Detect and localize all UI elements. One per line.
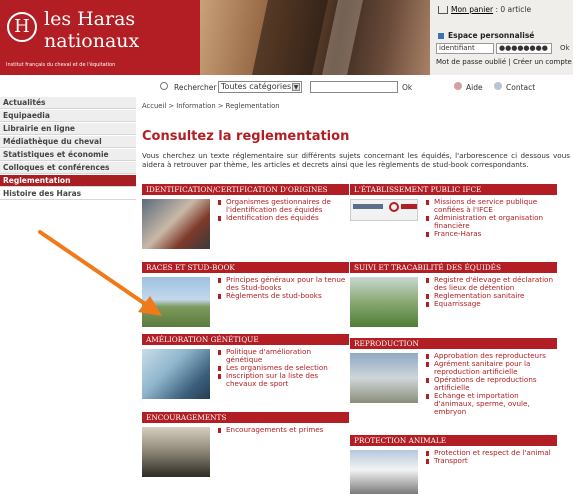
breadcrumb[interactable]: Accueil > Information > Reglementation: [142, 102, 280, 110]
section-links: Principes généraux pour la tenue des Stu…: [218, 276, 346, 300]
logo-text-line1: les Haras: [44, 8, 136, 30]
section-photo: [350, 277, 418, 327]
section-link[interactable]: Organismes gestionnaires de l'identifica…: [218, 198, 346, 214]
section-link[interactable]: Principes généraux pour la tenue des Stu…: [218, 276, 346, 292]
lock-icon: [438, 33, 444, 39]
password-field[interactable]: ●●●●●●●●: [496, 43, 552, 54]
sidebar-item-librairie[interactable]: Librairie en ligne: [0, 123, 136, 135]
identifiant-field[interactable]: identifiant: [436, 43, 494, 54]
section-reproduction: REPRODUCTION Approbation des reproducteu…: [350, 338, 557, 416]
section-title[interactable]: ENCOURAGEMENTS: [142, 412, 349, 423]
section-link[interactable]: Règlements de stud-books: [218, 292, 346, 300]
photo-shade: [252, 0, 328, 75]
section-link[interactable]: Transport: [426, 457, 554, 465]
section-photo: [142, 349, 210, 399]
search-label: Rechercher: [174, 83, 217, 92]
section-identification: IDENTIFICATION/CERTIFICATION D'ORIGINES …: [142, 184, 349, 249]
section-link[interactable]: Encouragements et primes: [218, 426, 346, 434]
cart-row: Mon panier : 0 article: [438, 5, 531, 14]
section-suivi: SUIVI ET TRACABILITÉ DES ÉQUIDÉS Registr…: [350, 262, 557, 327]
site-header: H les Haras nationaux Institut français …: [0, 0, 573, 75]
section-links: Approbation des reproducteurs Agrément s…: [426, 352, 554, 416]
section-amelioration: AMÉLIORATION GÉNÉTIQUE Politique d'améli…: [142, 334, 349, 399]
forgot-password-create-account-links[interactable]: Mot de passe oublié | Créer un compte: [436, 58, 572, 66]
logo-tagline: Institut français du cheval et de l'équi…: [6, 62, 116, 68]
logo-text-line2: nationaux: [44, 30, 140, 52]
section-photo: [350, 353, 418, 403]
section-link[interactable]: Agrément sanitaire pour la reproduction …: [426, 360, 554, 376]
section-protection: PROTECTION ANIMALE Protection et respect…: [350, 435, 557, 494]
section-title[interactable]: REPRODUCTION: [350, 338, 557, 349]
search-ok-button[interactable]: Ok: [402, 83, 412, 92]
section-link[interactable]: Equarrissage: [426, 300, 554, 308]
section-races: RACES ET STUD-BOOK Principes généraux po…: [142, 262, 349, 327]
section-title[interactable]: IDENTIFICATION/CERTIFICATION D'ORIGINES: [142, 184, 349, 195]
logo-h-icon: H: [7, 12, 37, 42]
section-title[interactable]: PROTECTION ANIMALE: [350, 435, 557, 446]
site-logo[interactable]: H les Haras nationaux Institut français …: [0, 0, 200, 75]
chevron-down-icon[interactable]: ▼: [292, 83, 300, 91]
intro-paragraph: Vous cherchez un texte réglementaire sur…: [142, 151, 570, 169]
cart-status: : 0 article: [493, 5, 532, 14]
section-links: Missions de service publique confiées à …: [426, 198, 554, 238]
arrow-shaft: [38, 230, 156, 312]
section-link[interactable]: Echange et importation d'animaux, sperme…: [426, 392, 554, 416]
login-ok-button[interactable]: Ok: [560, 44, 570, 52]
section-encouragements: ENCOURAGEMENTS Encouragements et primes: [142, 412, 349, 477]
section-link[interactable]: Administration et organisation financièr…: [426, 214, 554, 230]
aide-link[interactable]: Aide: [466, 83, 483, 92]
section-link[interactable]: Inscription sur la liste des chevaux de …: [218, 372, 346, 388]
section-photo: [142, 199, 210, 249]
section-title[interactable]: L'ÉTABLISSEMENT PUBLIC IFCE: [350, 184, 557, 195]
section-title[interactable]: RACES ET STUD-BOOK: [142, 262, 349, 273]
search-bar: Rechercher Toutes catégories ▼ Ok Aide C…: [160, 80, 573, 95]
header-horse-photo: [200, 0, 430, 75]
section-link[interactable]: Registre d'élevage et déclaration des li…: [426, 276, 554, 292]
espace-label: Espace personnalisé: [448, 31, 535, 40]
section-title[interactable]: AMÉLIORATION GÉNÉTIQUE: [142, 334, 349, 345]
search-icon: [160, 82, 168, 90]
section-photo: [142, 427, 210, 477]
section-link[interactable]: France-Haras: [426, 230, 554, 238]
section-links: Politique d'amélioration génétique Les o…: [218, 348, 346, 388]
section-photo: [350, 450, 418, 494]
page-title: Consultez la reglementation: [142, 129, 350, 144]
section-ifce: L'ÉTABLISSEMENT PUBLIC IFCE Missions de …: [350, 184, 557, 238]
sidebar-item-actualites[interactable]: Actualités: [0, 97, 136, 109]
account-box: Mon panier : 0 article Espace personnali…: [430, 0, 573, 75]
sidebar-nav: Actualités Equipaedia Librairie en ligne…: [0, 97, 136, 201]
ifce-logo-text: [353, 204, 383, 209]
contact-icon[interactable]: [494, 82, 502, 90]
category-select-value: Toutes catégories: [221, 82, 292, 91]
section-link[interactable]: Politique d'amélioration génétique: [218, 348, 346, 364]
section-photo: [142, 277, 210, 327]
search-input[interactable]: [310, 81, 398, 93]
sidebar-item-statistiques[interactable]: Statistiques et économie: [0, 149, 136, 161]
sidebar-item-reglementation[interactable]: Reglementation: [0, 175, 136, 187]
sidebar-item-mediatheque[interactable]: Médiathèque du cheval: [0, 136, 136, 148]
aide-icon[interactable]: [454, 82, 462, 90]
sidebar-item-histoire[interactable]: Histoire des Haras: [0, 188, 136, 200]
cart-icon[interactable]: [438, 6, 448, 14]
section-links: Protection et respect de l'animal Transp…: [426, 449, 554, 465]
section-link[interactable]: Opérations de reproductions artificielle: [426, 376, 554, 392]
contact-link[interactable]: Contact: [506, 83, 535, 92]
sidebar-item-equipaedia[interactable]: Equipaedia: [0, 110, 136, 122]
sidebar-item-colloques[interactable]: Colloques et conférences: [0, 162, 136, 174]
photo-highlight: [322, 0, 363, 75]
category-select[interactable]: Toutes catégories ▼: [218, 81, 302, 93]
ifce-logo-mark: [389, 202, 399, 212]
section-link[interactable]: Missions de service publique confiées à …: [426, 198, 554, 214]
section-title[interactable]: SUIVI ET TRACABILITÉ DES ÉQUIDÉS: [350, 262, 557, 273]
section-links: Encouragements et primes: [218, 426, 346, 434]
section-links: Organismes gestionnaires de l'identifica…: [218, 198, 346, 222]
ifce-logo-bar: [401, 204, 417, 209]
section-link[interactable]: Identification des équidés: [218, 214, 346, 222]
ifce-logo-image: [350, 199, 418, 221]
cart-link[interactable]: Mon panier: [451, 5, 493, 14]
espace-personnalise-heading: Espace personnalisé: [438, 31, 534, 40]
section-links: Registre d'élevage et déclaration des li…: [426, 276, 554, 308]
